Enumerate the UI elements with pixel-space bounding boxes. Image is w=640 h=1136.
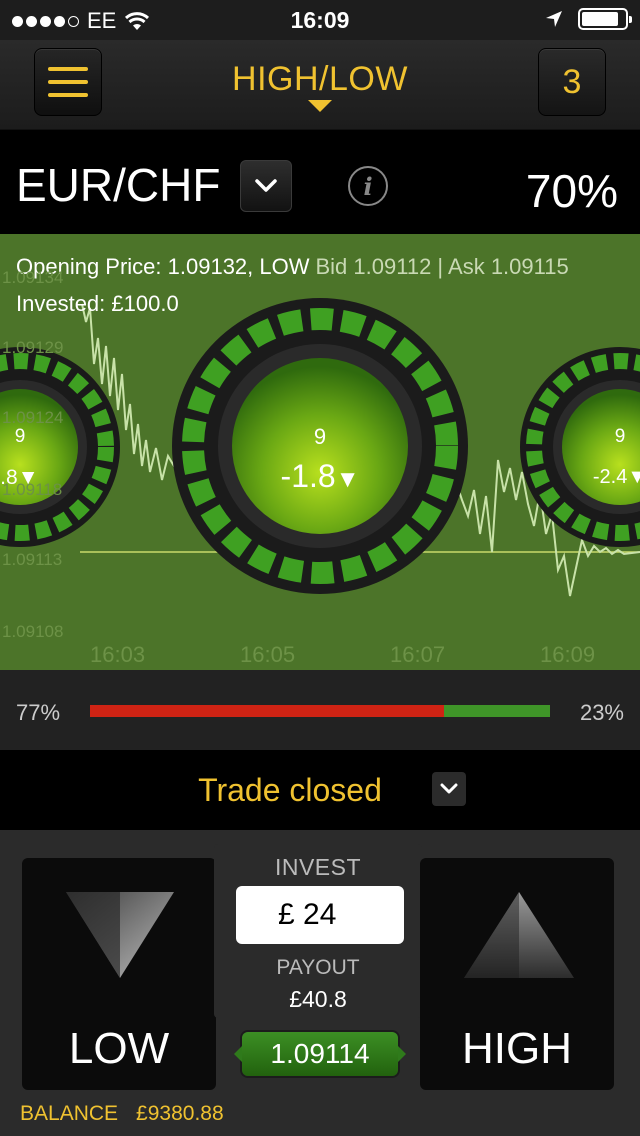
balance-label: BALANCE [20, 1102, 119, 1125]
low-button[interactable]: LOW [22, 858, 216, 1090]
down-triangle-icon: ▼ [627, 466, 640, 488]
orb-right-value: -2.4▼ [580, 466, 640, 489]
battery-icon [578, 8, 632, 30]
status-bar: EE 16:09 [0, 0, 640, 40]
orb-center-value: -1.8▼ [280, 458, 360, 494]
down-triangle-icon: ▼ [335, 466, 360, 493]
sentiment-high-percent: 23% [579, 700, 624, 725]
opening-price-info: Opening Price: 1.09132, LOW Bid 1.09112 |… [16, 254, 569, 280]
x-axis-label: 16:03 [90, 642, 146, 667]
chevron-down-icon [255, 179, 277, 192]
asset-dropdown-button[interactable] [240, 160, 292, 212]
asset-row: EUR/CHF i 70% [0, 130, 640, 234]
sentiment-low-percent: 77% [16, 700, 61, 725]
y-axis-label: 1.09129 [2, 338, 64, 357]
payout-value: £40.8 [289, 986, 347, 1012]
trade-status-row: Trade closed [0, 750, 640, 830]
up-arrow-icon [464, 892, 574, 978]
location-arrow-icon [546, 11, 562, 27]
status-right [544, 8, 632, 30]
x-axis-label: 16:05 [240, 642, 296, 667]
orb-left-value: -1.8▼ [0, 466, 39, 489]
balance: BALANCE £9380.88 [20, 1102, 224, 1126]
high-button[interactable]: HIGH [420, 858, 614, 1090]
invest-amount-input[interactable] [236, 886, 404, 944]
battery-level [582, 12, 618, 26]
invest-panel: INVEST PAYOUT £40.8 [214, 844, 422, 1018]
payout-percent: 70% [525, 165, 618, 217]
down-arrow-icon [66, 892, 174, 978]
trader-sentiment: 77% 23% [0, 670, 640, 750]
orb-right-count: 9 [614, 426, 626, 447]
y-axis-label: 1.09124 [2, 408, 64, 427]
open-trades-count-button[interactable]: 3 [538, 48, 606, 116]
sentiment-low-fill [90, 705, 445, 717]
bid-ask-text: Bid 1.09112 | Ask 1.09115 [315, 254, 569, 279]
x-axis-label: 16:09 [540, 642, 596, 667]
order-panel: LOW INVEST PAYOUT £40.8 HIGH 1.09114 BAL… [0, 830, 640, 1136]
invested-amount: Invested: £100.0 [16, 291, 179, 316]
high-button-label: HIGH [462, 1024, 572, 1073]
trade-status-label: Trade closed [198, 772, 382, 808]
nav-bar: HIGH/LOW 3 [0, 40, 640, 130]
info-icon[interactable]: i [348, 166, 388, 206]
orb-center-count: 9 [313, 424, 327, 449]
price-chart[interactable]: Opening Price: 1.09132, LOW Bid 1.09112 |… [0, 234, 640, 670]
caret-down-icon[interactable] [308, 100, 332, 112]
orb-left-count: 9 [14, 426, 26, 447]
balance-value: £9380.88 [136, 1102, 224, 1125]
asset-pair-name: EUR/CHF [16, 159, 221, 211]
payout-title: PAYOUT [276, 956, 360, 979]
chevron-down-icon [440, 783, 458, 794]
x-axis-label: 16:07 [390, 642, 446, 667]
invest-title: INVEST [274, 854, 362, 880]
down-triangle-icon: ▼ [17, 466, 39, 489]
low-button-label: LOW [68, 1024, 170, 1073]
y-axis-label: 1.09134 [2, 268, 64, 287]
y-axis-label: 1.09113 [2, 550, 63, 569]
y-axis-label: 1.09108 [2, 622, 64, 641]
trade-status-dropdown[interactable] [432, 772, 466, 806]
current-price-tag: 1.09114 [234, 1032, 406, 1076]
sentiment-bar [90, 705, 550, 717]
